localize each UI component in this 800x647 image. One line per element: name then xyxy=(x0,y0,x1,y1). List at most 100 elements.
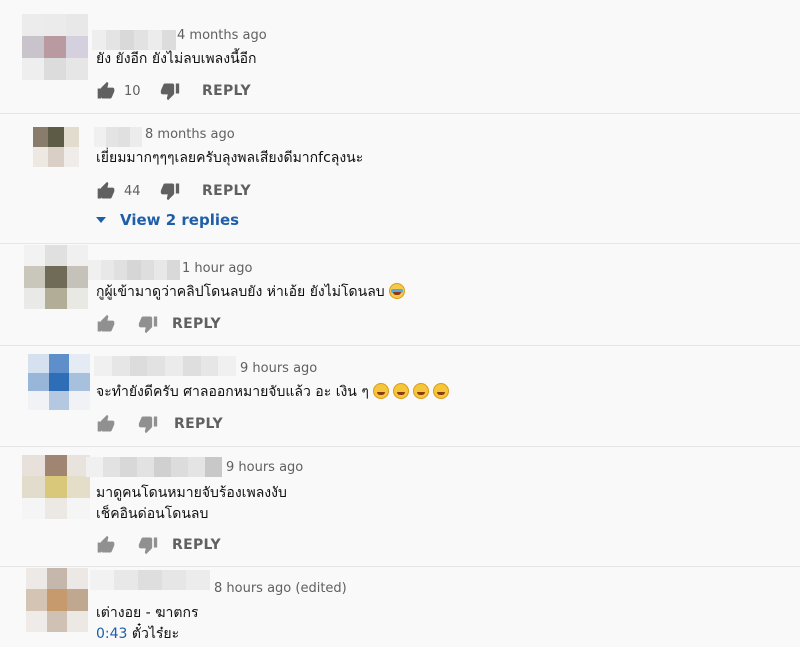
name-blur-block xyxy=(86,457,103,477)
thumbs-down-icon[interactable] xyxy=(138,414,158,434)
comment-actions: 10 REPLY xyxy=(96,81,251,101)
name-blur-block xyxy=(166,260,180,280)
name-blur-block xyxy=(218,356,236,376)
rofl-emoji-icon xyxy=(372,383,389,399)
reply-button[interactable]: REPLY xyxy=(202,183,251,199)
avatar-pixel xyxy=(33,127,49,147)
comment-text: กูผู้เข้ามาดูว่าคลิปโดนลบยัง ห่าเอ้ย ยัง… xyxy=(96,282,405,303)
comment-time[interactable]: 9 hours ago xyxy=(240,361,317,376)
name-blur-block xyxy=(147,356,165,376)
divider xyxy=(0,345,800,346)
name-blur-block xyxy=(106,127,118,147)
rofl-emoji-icon xyxy=(392,383,409,399)
divider xyxy=(0,243,800,244)
name-blur-block xyxy=(130,127,142,147)
avatar-pixel xyxy=(48,354,70,373)
like-count: 10 xyxy=(124,83,141,99)
avatar-pixel xyxy=(48,127,64,147)
reply-button[interactable]: REPLY xyxy=(202,83,251,99)
avatar-pixel xyxy=(24,245,46,267)
comment-time[interactable]: 1 hour ago xyxy=(182,261,252,276)
name-blur-block xyxy=(120,30,134,50)
name-blur-block xyxy=(138,570,162,590)
name-blur-block xyxy=(129,356,148,376)
avatar-pixel xyxy=(69,391,90,410)
name-blur-block xyxy=(186,570,210,590)
comment-time[interactable]: 8 hours ago (edited) xyxy=(214,581,347,596)
avatar-pixel xyxy=(26,568,47,590)
name-blur-block xyxy=(118,127,130,147)
like-count: 44 xyxy=(124,183,141,199)
avatar[interactable] xyxy=(28,354,90,410)
avatar-pixel xyxy=(63,147,79,167)
thumbs-up-icon[interactable] xyxy=(96,181,116,201)
avatar-pixel xyxy=(46,568,68,590)
avatar-pixel xyxy=(24,266,46,288)
avatar-pixel xyxy=(69,372,90,392)
avatar[interactable] xyxy=(26,568,88,632)
name-blur-block xyxy=(127,260,141,280)
comment-text-content: กูผู้เข้ามาดูว่าคลิปโดนลบยัง ห่าเอ้ย ยัง… xyxy=(96,284,385,300)
rofl-emoji-icon xyxy=(412,383,429,399)
name-blur-block xyxy=(90,570,114,590)
avatar-pixel xyxy=(44,455,68,477)
name-blur-block xyxy=(171,457,188,477)
avatar-pixel xyxy=(33,147,49,167)
video-timestamp-link[interactable]: 0:43 xyxy=(96,626,127,642)
author-name[interactable] xyxy=(94,127,142,147)
thumbs-up-icon[interactable] xyxy=(96,414,116,434)
name-blur-block xyxy=(188,457,205,477)
comment-actions: REPLY xyxy=(96,535,221,555)
thumbs-down-icon[interactable] xyxy=(160,81,180,101)
thumbs-up-icon[interactable] xyxy=(96,314,116,334)
thumbs-up-icon[interactable] xyxy=(96,535,116,555)
thumbs-up-icon[interactable] xyxy=(96,81,116,101)
comment-actions: 44 REPLY xyxy=(96,181,251,201)
name-blur-block xyxy=(88,260,102,280)
reply-button[interactable]: REPLY xyxy=(172,316,221,332)
avatar-pixel xyxy=(66,266,88,288)
avatar-pixel xyxy=(22,14,44,36)
comment-time[interactable]: 9 hours ago xyxy=(226,460,303,475)
author-name[interactable] xyxy=(94,356,236,376)
rofl-emoji-icon xyxy=(432,383,449,399)
comment-actions: REPLY xyxy=(96,414,223,434)
avatar-pixel xyxy=(44,14,66,36)
name-blur-block xyxy=(120,457,137,477)
avatar[interactable] xyxy=(24,245,88,309)
avatar[interactable] xyxy=(22,14,88,80)
avatar-pixel xyxy=(26,589,47,611)
divider xyxy=(0,446,800,447)
thumbs-down-icon[interactable] xyxy=(138,314,158,334)
avatar-pixel xyxy=(48,391,70,410)
name-blur-block xyxy=(154,457,171,477)
avatar[interactable] xyxy=(33,127,79,167)
avatar-pixel xyxy=(28,372,49,392)
avatar-pixel xyxy=(66,58,88,80)
avatar-pixel xyxy=(22,58,44,80)
thumbs-down-icon[interactable] xyxy=(160,181,180,201)
name-blur-block xyxy=(182,356,201,376)
author-name[interactable] xyxy=(88,260,180,280)
thumbs-down-icon[interactable] xyxy=(138,535,158,555)
author-name[interactable] xyxy=(86,457,222,477)
comment-time[interactable]: 4 months ago xyxy=(177,28,267,43)
avatar-pixel xyxy=(44,497,68,519)
avatar[interactable] xyxy=(22,455,90,519)
avatar-pixel xyxy=(46,589,68,611)
reply-button[interactable]: REPLY xyxy=(174,416,223,432)
avatar-pixel xyxy=(22,455,45,477)
avatar-pixel xyxy=(22,476,45,498)
author-name[interactable] xyxy=(90,570,210,590)
name-blur-block xyxy=(148,30,162,50)
avatar-pixel xyxy=(63,127,79,147)
name-blur-block xyxy=(101,260,115,280)
name-blur-block xyxy=(103,457,120,477)
view-replies-button[interactable]: View 2 replies xyxy=(96,211,239,229)
reply-button[interactable]: REPLY xyxy=(172,537,221,553)
comment-text-content: จะทำยังดีครับ ศาลออกหมายจับแล้ว อะ เงิน … xyxy=(96,384,369,400)
name-blur-block xyxy=(92,30,106,50)
author-name[interactable] xyxy=(92,30,176,50)
comment-time[interactable]: 8 months ago xyxy=(145,127,235,142)
name-blur-block xyxy=(205,457,222,477)
